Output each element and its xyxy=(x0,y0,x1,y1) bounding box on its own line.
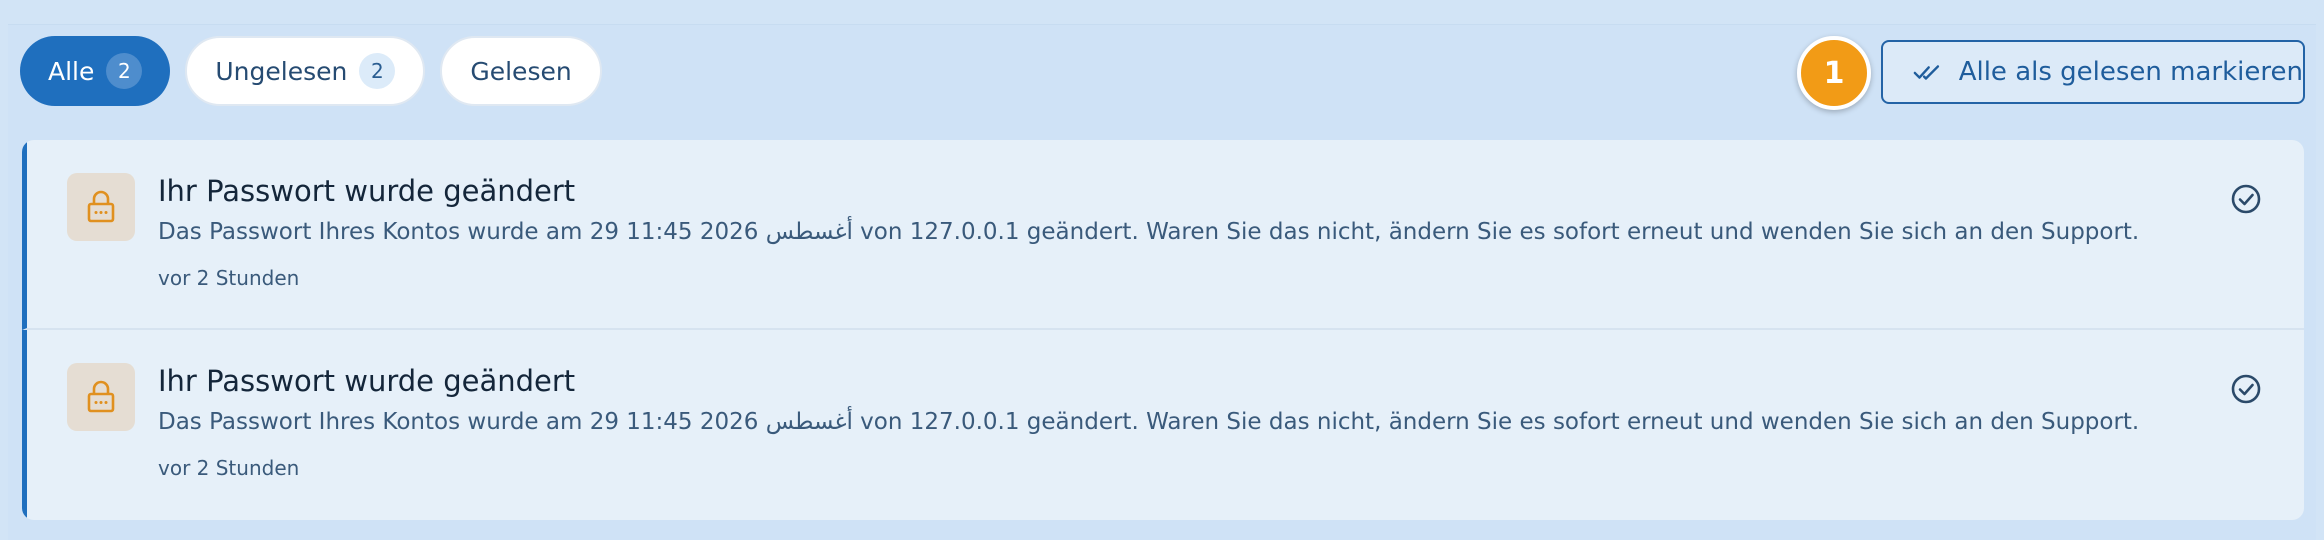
notification-icon-box xyxy=(67,173,135,241)
tab-read-label: Gelesen xyxy=(470,56,572,86)
tab-read[interactable]: Gelesen xyxy=(440,36,602,106)
notification-item[interactable]: Ihr Passwort wurde geändert Das Passwort… xyxy=(22,140,2304,330)
check-circle-icon[interactable] xyxy=(2229,372,2263,406)
filter-tabs: Alle 2 Ungelesen 2 Gelesen xyxy=(20,36,602,106)
notification-item[interactable]: Ihr Passwort wurde geändert Das Passwort… xyxy=(22,330,2304,520)
notification-list: Ihr Passwort wurde geändert Das Passwort… xyxy=(22,140,2304,520)
tab-unread[interactable]: Ungelesen 2 xyxy=(185,36,426,106)
tab-all[interactable]: Alle 2 xyxy=(20,36,171,106)
lock-icon xyxy=(87,190,115,223)
mark-all-read-button[interactable]: Alle als gelesen markieren xyxy=(1881,40,2305,104)
notification-time: vor 2 Stunden xyxy=(158,456,300,480)
double-check-icon xyxy=(1913,65,1940,80)
tab-unread-label: Ungelesen xyxy=(215,56,348,86)
notification-title: Ihr Passwort wurde geändert xyxy=(158,364,576,398)
notification-message: Das Passwort Ihres Kontos wurde am 29 أغ… xyxy=(158,219,2140,245)
notification-title: Ihr Passwort wurde geändert xyxy=(158,174,576,208)
mark-all-read-label: Alle als gelesen markieren xyxy=(1958,57,2303,87)
step-marker: 1 xyxy=(1797,36,1871,110)
tab-all-label: Alle xyxy=(48,56,95,86)
lock-icon xyxy=(87,380,115,413)
notification-icon-box xyxy=(67,363,135,431)
notification-time: vor 2 Stunden xyxy=(158,266,300,290)
notifications-panel: Alle 2 Ungelesen 2 Gelesen 1 Alle als ge… xyxy=(0,0,2324,540)
tab-unread-count: 2 xyxy=(359,53,396,89)
tab-all-count: 2 xyxy=(106,53,143,89)
notification-message: Das Passwort Ihres Kontos wurde am 29 أغ… xyxy=(158,409,2140,435)
check-circle-icon[interactable] xyxy=(2229,182,2263,216)
